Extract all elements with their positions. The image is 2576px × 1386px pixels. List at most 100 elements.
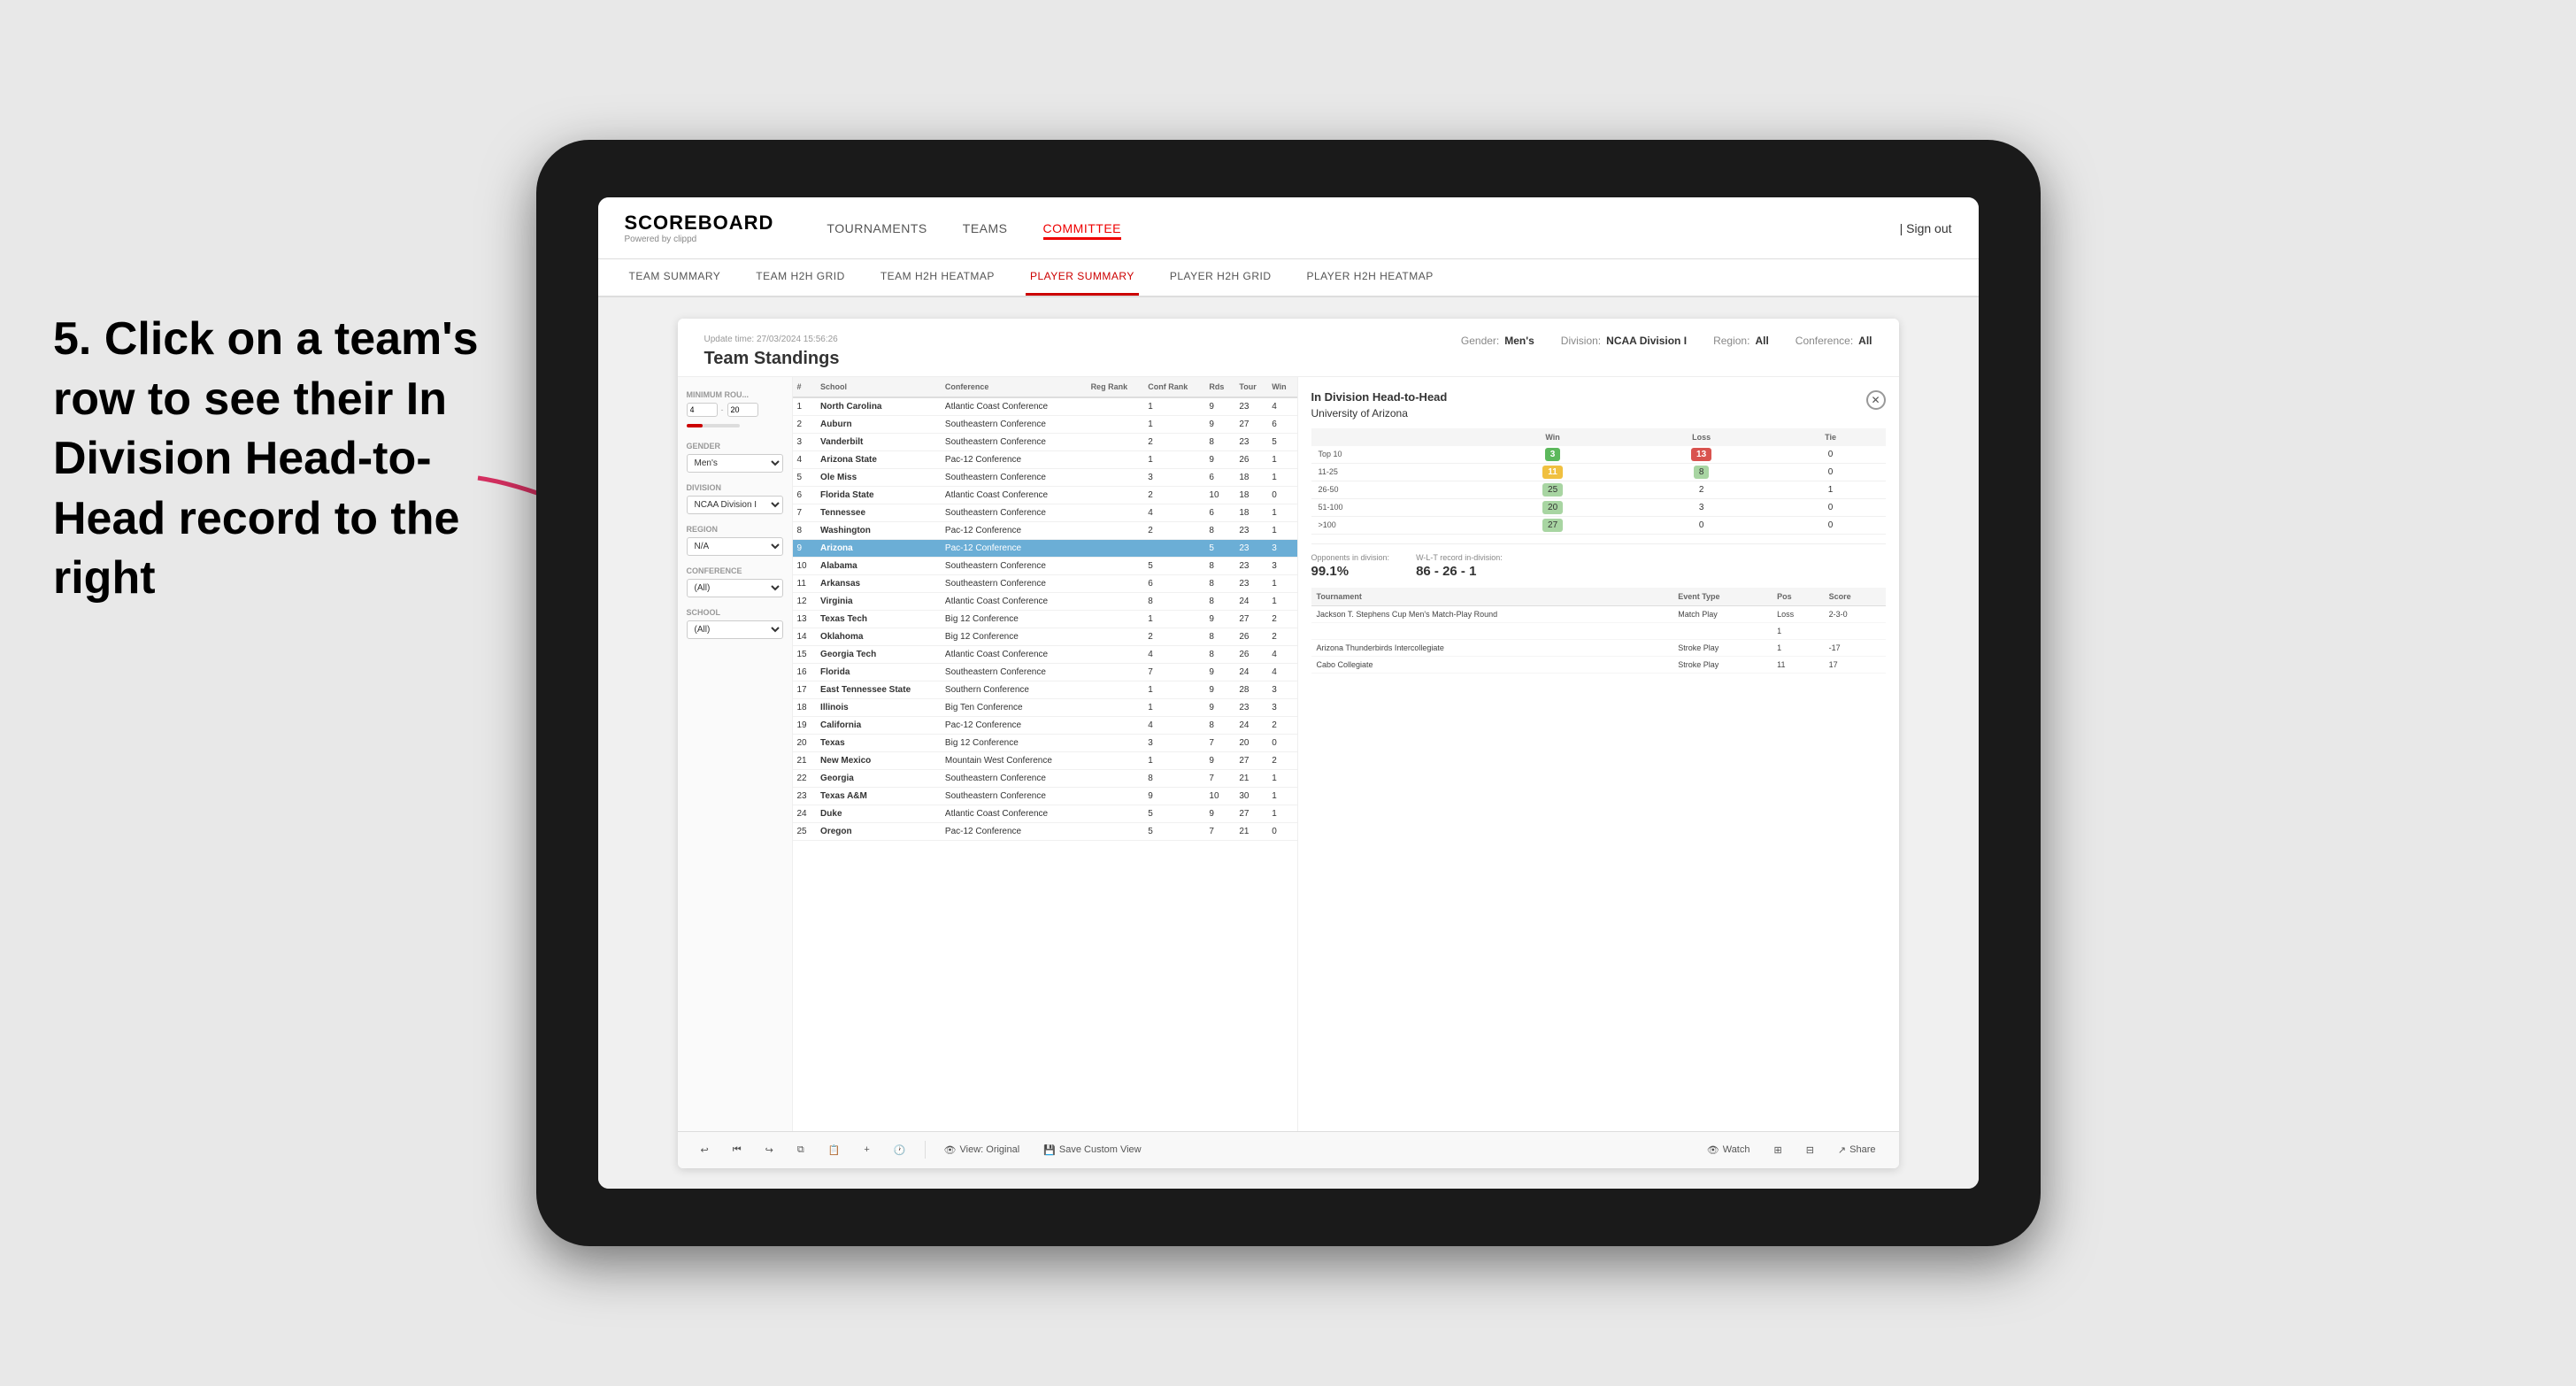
h2h-header: In Division Head-to-Head University of A… <box>1311 390 1886 420</box>
undo-button[interactable]: ↩ <box>696 1142 714 1159</box>
tournaments-table: Tournament Event Type Pos Score Jackson … <box>1311 588 1886 674</box>
tourn-col-type: Event Type <box>1672 588 1772 606</box>
filter-display-row: Gender: Men's Division: NCAA Division I … <box>1461 335 1872 347</box>
panel-header: Update time: 27/03/2024 15:56:26 Team St… <box>678 319 1899 377</box>
col-tour: Tour <box>1234 377 1267 397</box>
h2h-title: In Division Head-to-Head <box>1311 390 1448 404</box>
nav-committee[interactable]: COMMITTEE <box>1043 217 1122 240</box>
filter-division: Division: NCAA Division I <box>1561 335 1687 347</box>
h2h-col-win: Win <box>1479 428 1627 446</box>
col-rank: # <box>793 377 817 397</box>
conference-select[interactable]: (All) ACC SEC Pac-12 <box>687 579 783 597</box>
table-row[interactable]: 12 Virginia Atlantic Coast Conference 8 … <box>793 592 1297 610</box>
table-row[interactable]: 16 Florida Southeastern Conference 7 9 2… <box>793 663 1297 681</box>
right-panel: In Division Head-to-Head University of A… <box>1297 377 1899 1131</box>
h2h-row: 26-50 25 2 1 <box>1311 481 1886 498</box>
filter-conference: Conference: All <box>1796 335 1872 347</box>
table-row[interactable]: 23 Texas A&M Southeastern Conference 9 1… <box>793 787 1297 805</box>
h2h-row: >100 27 0 0 <box>1311 516 1886 534</box>
add-button[interactable]: + <box>858 1142 874 1158</box>
filter-region: Region: All <box>1713 335 1769 347</box>
min-rounds-input[interactable] <box>687 403 718 417</box>
filter-group-school: School (All) <box>687 608 783 639</box>
table-row[interactable]: 19 California Pac-12 Conference 4 8 24 2 <box>793 716 1297 734</box>
rounds-slider[interactable] <box>687 424 740 427</box>
sub-nav-player-summary[interactable]: PLAYER SUMMARY <box>1026 259 1139 296</box>
filter-group-region: Region N/A All <box>687 525 783 556</box>
opponents-stat: Opponents in division: 99.1% <box>1311 553 1390 579</box>
table-row[interactable]: 20 Texas Big 12 Conference 3 7 20 0 <box>793 734 1297 751</box>
gender-select[interactable]: Men's Women's <box>687 454 783 473</box>
col-win: Win <box>1267 377 1296 397</box>
table-row[interactable]: 10 Alabama Southeastern Conference 5 8 2… <box>793 557 1297 574</box>
school-select[interactable]: (All) <box>687 620 783 639</box>
toolbar-sep-1 <box>925 1141 926 1159</box>
save-custom-button[interactable]: 💾 Save Custom View <box>1038 1142 1146 1159</box>
logo-area: SCOREBOARD Powered by clippd <box>625 212 774 244</box>
sub-nav-team-h2h-grid[interactable]: TEAM H2H GRID <box>751 259 850 296</box>
filter-gender: Gender: Men's <box>1461 335 1534 347</box>
step-back-button[interactable]: ⏮ <box>727 1142 747 1159</box>
col-conference: Conference <box>941 377 1087 397</box>
sub-nav-player-h2h-heatmap[interactable]: PLAYER H2H HEATMAP <box>1303 259 1438 296</box>
table-row[interactable]: 25 Oregon Pac-12 Conference 5 7 21 0 <box>793 822 1297 840</box>
nav-tournaments[interactable]: TOURNAMENTS <box>827 217 927 240</box>
h2h-header-row: Win Loss Tie <box>1311 428 1886 446</box>
record-stat: W-L-T record in-division: 86 - 26 - 1 <box>1416 553 1503 579</box>
col-rds: Rds <box>1204 377 1234 397</box>
logo-sub: Powered by clippd <box>625 235 774 244</box>
table-row[interactable]: 9 Arizona Pac-12 Conference 5 23 3 <box>793 539 1297 557</box>
clock-button[interactable]: 🕐 <box>888 1142 911 1159</box>
tournament-row: 1 <box>1311 622 1886 639</box>
table-row[interactable]: 7 Tennessee Southeastern Conference 4 6 … <box>793 504 1297 521</box>
table-row[interactable]: 2 Auburn Southeastern Conference 1 9 27 … <box>793 415 1297 433</box>
bottom-toolbar: ↩ ⏮ ↪ ⧉ 📋 + 🕐 👁 View: Original 💾 Save Cu… <box>678 1131 1899 1168</box>
h2h-col-tie: Tie <box>1776 428 1886 446</box>
table-area: # School Conference Reg Rank Conf Rank R… <box>793 377 1297 1131</box>
nav-teams[interactable]: TEAMS <box>963 217 1008 240</box>
redo-button[interactable]: ↪ <box>760 1142 779 1159</box>
layout-button[interactable]: ⊞ <box>1768 1142 1787 1159</box>
table-row[interactable]: 11 Arkansas Southeastern Conference 6 8 … <box>793 574 1297 592</box>
sub-nav-player-h2h-grid[interactable]: PLAYER H2H GRID <box>1165 259 1276 296</box>
h2h-row: Top 10 3 13 0 <box>1311 446 1886 464</box>
col-reg-rank: Reg Rank <box>1087 377 1144 397</box>
table-row[interactable]: 14 Oklahoma Big 12 Conference 2 8 26 2 <box>793 628 1297 645</box>
table-row[interactable]: 22 Georgia Southeastern Conference 8 7 2… <box>793 769 1297 787</box>
table-row[interactable]: 17 East Tennessee State Southern Confere… <box>793 681 1297 698</box>
tourn-header-row: Tournament Event Type Pos Score <box>1311 588 1886 606</box>
division-select[interactable]: NCAA Division I NCAA Division II NCAA Di… <box>687 496 783 514</box>
share-button[interactable]: ↗ Share <box>1833 1142 1881 1159</box>
app-header: SCOREBOARD Powered by clippd TOURNAMENTS… <box>598 197 1979 259</box>
grid-button[interactable]: ⊟ <box>1801 1142 1819 1159</box>
sub-nav-team-summary[interactable]: TEAM SUMMARY <box>625 259 726 296</box>
stats-row: Opponents in division: 99.1% W-L-T recor… <box>1311 543 1886 579</box>
table-row[interactable]: 8 Washington Pac-12 Conference 2 8 23 1 <box>793 521 1297 539</box>
max-rounds-input[interactable] <box>727 403 758 417</box>
table-row[interactable]: 15 Georgia Tech Atlantic Coast Conferenc… <box>793 645 1297 663</box>
table-row[interactable]: 18 Illinois Big Ten Conference 1 9 23 3 <box>793 698 1297 716</box>
table-row[interactable]: 5 Ole Miss Southeastern Conference 3 6 1… <box>793 468 1297 486</box>
tablet-frame: SCOREBOARD Powered by clippd TOURNAMENTS… <box>536 140 2041 1246</box>
sub-nav-team-h2h-heatmap[interactable]: TEAM H2H HEATMAP <box>876 259 999 296</box>
h2h-close-button[interactable]: ✕ <box>1866 390 1886 410</box>
paste-button[interactable]: 📋 <box>823 1142 846 1159</box>
filter-group-division: Division NCAA Division I NCAA Division I… <box>687 483 783 514</box>
watch-button[interactable]: 👁 Watch <box>1702 1142 1756 1159</box>
view-original-button[interactable]: 👁 View: Original <box>939 1142 1026 1159</box>
table-row[interactable]: 13 Texas Tech Big 12 Conference 1 9 27 2 <box>793 610 1297 628</box>
table-row[interactable]: 3 Vanderbilt Southeastern Conference 2 8… <box>793 433 1297 450</box>
toolbar-right-actions: 👁 Watch ⊞ ⊟ ↗ Share <box>1702 1142 1881 1159</box>
table-row[interactable]: 4 Arizona State Pac-12 Conference 1 9 26… <box>793 450 1297 468</box>
region-select[interactable]: N/A All <box>687 537 783 556</box>
sign-out[interactable]: | Sign out <box>1900 221 1952 235</box>
panel-title: Team Standings <box>704 349 840 369</box>
table-row[interactable]: 21 New Mexico Mountain West Conference 1… <box>793 751 1297 769</box>
table-row[interactable]: 1 North Carolina Atlantic Coast Conferen… <box>793 397 1297 416</box>
filter-group-min-rounds: Minimum Rou... - <box>687 390 783 431</box>
copy-button[interactable]: ⧉ <box>792 1142 810 1159</box>
table-row[interactable]: 24 Duke Atlantic Coast Conference 5 9 27… <box>793 805 1297 822</box>
col-conf-rank: Conf Rank <box>1143 377 1204 397</box>
annotation-text: 5. Click on a team's row to see their In… <box>53 310 496 609</box>
table-row[interactable]: 6 Florida State Atlantic Coast Conferenc… <box>793 486 1297 504</box>
